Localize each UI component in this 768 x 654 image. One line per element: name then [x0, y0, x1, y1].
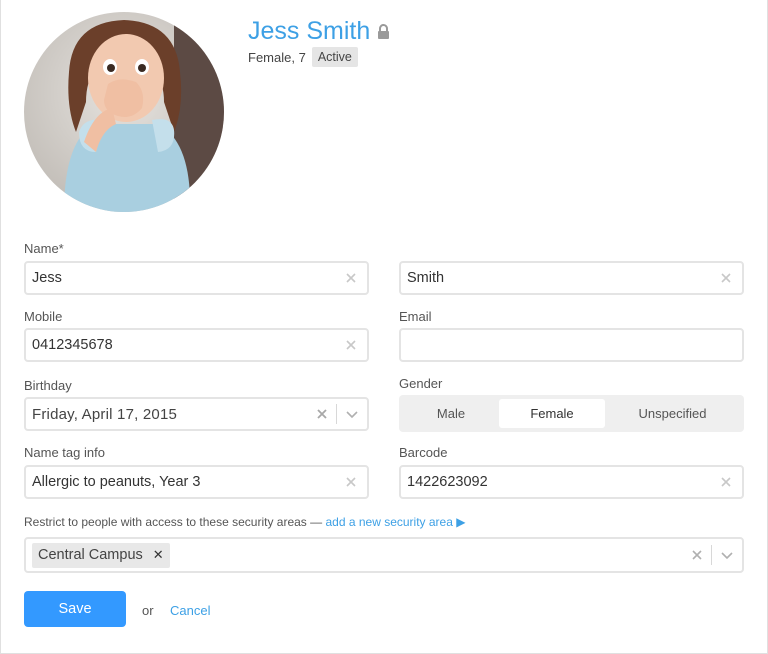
- last-name-input[interactable]: [401, 263, 720, 293]
- birthday-value[interactable]: Friday, April 17, 2015: [26, 406, 316, 423]
- mobile-label: Mobile: [24, 309, 63, 324]
- email-label: Email: [399, 309, 432, 324]
- email-input[interactable]: [401, 330, 742, 360]
- name-label: Name*: [24, 241, 64, 256]
- mobile-input[interactable]: [26, 330, 345, 360]
- divider: [711, 545, 712, 565]
- gender-option-male[interactable]: Male: [403, 399, 499, 428]
- divider: [336, 404, 337, 424]
- gender-option-female[interactable]: Female: [499, 399, 605, 428]
- clear-icon[interactable]: [345, 339, 357, 351]
- lock-icon[interactable]: [377, 23, 390, 39]
- avatar: [24, 12, 224, 212]
- add-security-area-link[interactable]: add a new security area ▶: [325, 515, 465, 529]
- name-tag-label: Name tag info: [24, 445, 105, 460]
- birthday-picker[interactable]: Friday, April 17, 2015: [24, 397, 369, 431]
- first-name-field[interactable]: [24, 261, 369, 295]
- profile-meta: Female, 7 Active: [248, 47, 358, 67]
- security-areas-label-text: Restrict to people with access to these …: [24, 515, 323, 529]
- clear-icon[interactable]: [720, 476, 732, 488]
- name-tag-field[interactable]: [24, 465, 369, 499]
- clear-icon[interactable]: [345, 272, 357, 284]
- gender-option-unspecified[interactable]: Unspecified: [605, 399, 740, 428]
- profile-gender-age: Female, 7: [248, 49, 306, 65]
- name-tag-input[interactable]: [26, 467, 345, 497]
- chevron-down-icon[interactable]: [345, 409, 359, 419]
- barcode-label: Barcode: [399, 445, 448, 460]
- profile-name: Jess Smith: [248, 16, 390, 46]
- email-field[interactable]: [399, 328, 744, 362]
- security-area-tag: Central Campus ✕: [32, 542, 170, 568]
- gender-selector: Male Female Unspecified: [399, 395, 744, 432]
- clear-icon[interactable]: [345, 476, 357, 488]
- cancel-link[interactable]: Cancel: [170, 603, 210, 618]
- or-text: or: [142, 603, 154, 618]
- chevron-down-icon[interactable]: [720, 550, 734, 560]
- security-areas-label: Restrict to people with access to these …: [24, 515, 465, 529]
- clear-icon[interactable]: [720, 272, 732, 284]
- barcode-field[interactable]: [399, 465, 744, 499]
- last-name-field[interactable]: [399, 261, 744, 295]
- first-name-input[interactable]: [26, 263, 345, 293]
- remove-tag-icon[interactable]: ✕: [153, 547, 164, 563]
- save-button[interactable]: Save: [24, 591, 126, 627]
- security-areas-select[interactable]: Central Campus ✕: [24, 537, 744, 573]
- mobile-field[interactable]: [24, 328, 369, 362]
- birthday-label: Birthday: [24, 378, 72, 393]
- gender-label: Gender: [399, 376, 443, 391]
- security-area-tag-label: Central Campus: [38, 547, 143, 563]
- profile-name-text: Jess Smith: [248, 17, 371, 45]
- barcode-input[interactable]: [401, 467, 720, 497]
- status-badge: Active: [311, 47, 358, 67]
- clear-icon[interactable]: [691, 549, 703, 561]
- clear-icon[interactable]: [316, 408, 328, 420]
